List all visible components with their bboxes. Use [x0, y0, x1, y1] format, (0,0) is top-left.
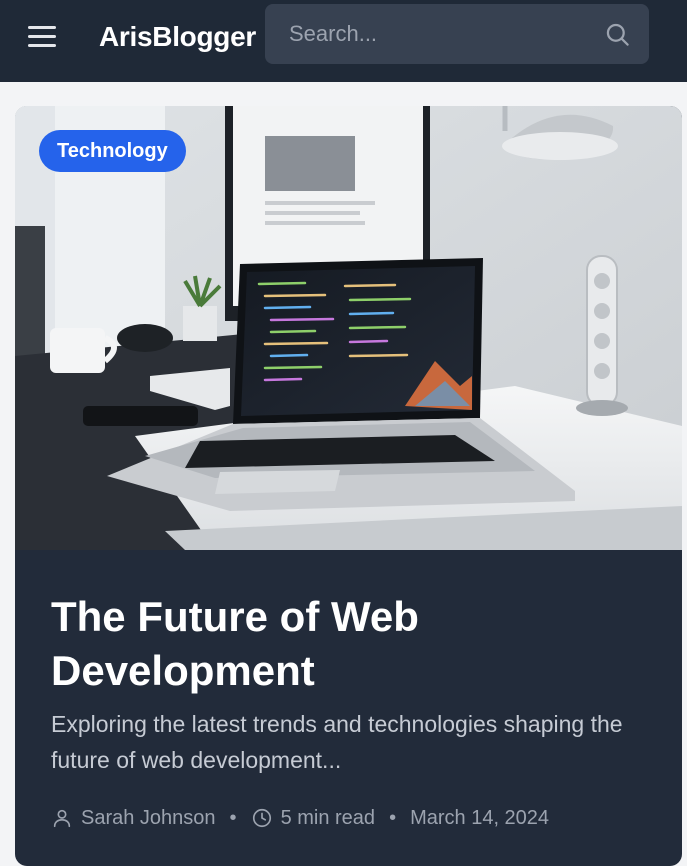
top-navigation-bar: ArisBlogger [0, 0, 687, 82]
clock-icon [252, 808, 271, 828]
post-date: March 14, 2024 [410, 806, 550, 829]
site-brand[interactable]: ArisBlogger [99, 19, 256, 55]
hamburger-menu-icon[interactable] [28, 22, 62, 50]
meta-separator: • [389, 806, 397, 829]
search-icon[interactable] [604, 21, 631, 48]
user-icon [53, 809, 71, 828]
post-meta: Sarah Johnson • 5 min read • March 14, 2… [51, 803, 549, 833]
search-box [265, 4, 649, 64]
laptop-desk-photo [15, 106, 682, 550]
post-excerpt: Exploring the latest trends and technolo… [51, 711, 623, 773]
post-hero-image: Technology [15, 106, 682, 550]
category-badge[interactable]: Technology [39, 130, 186, 172]
post-read-time: 5 min read [280, 806, 376, 829]
post-title[interactable]: The Future of Web Development [51, 590, 611, 698]
featured-post-card[interactable]: Technology The Future of Web Development… [15, 106, 682, 866]
post-author[interactable]: Sarah Johnson [81, 807, 216, 830]
search-input[interactable] [265, 4, 585, 64]
meta-separator: • [229, 806, 237, 829]
